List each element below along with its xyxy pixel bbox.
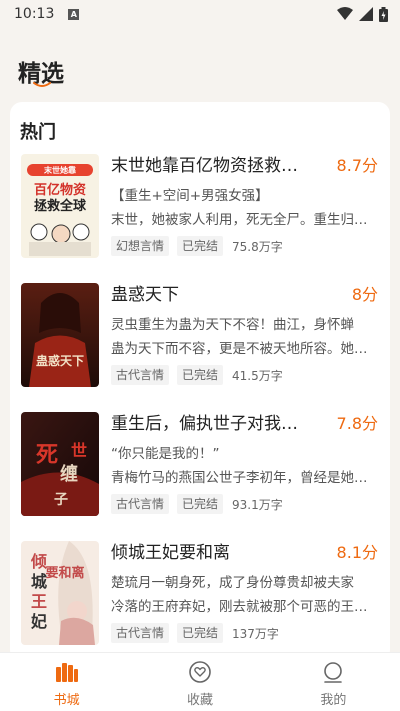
signal-icon xyxy=(359,7,373,21)
bookstore-icon xyxy=(55,663,78,682)
book-title[interactable]: 重生后，偏执世子对我蓄谋已久 xyxy=(111,412,307,436)
book-cover-image: 倾 城 王 妃 要和离 xyxy=(21,541,99,645)
book-cover-image: 蛊惑天下 xyxy=(21,283,99,387)
book-title[interactable]: 蛊惑天下 xyxy=(111,283,307,307)
book-tags: 古代言情 已完结 93.1万字 xyxy=(111,494,283,514)
svg-text:妃: 妃 xyxy=(30,612,47,631)
svg-text:世: 世 xyxy=(71,441,87,460)
tab-label: 收藏 xyxy=(186,693,213,708)
book-description-line: 蛊为天下而不容，更是不被天地所容。她只能一路逆天而行 xyxy=(111,341,377,357)
svg-text:蛊惑天下: 蛊惑天下 xyxy=(36,353,84,368)
book-description: “你只能是我的！” 青梅竹马的燕国公世子李初年，曾经是她最信任的人 xyxy=(111,442,377,490)
genre-tag: 幻想言情 xyxy=(111,236,170,256)
bottom-tab-bar: 书城 收藏 我的 xyxy=(0,652,400,711)
svg-text:要和离: 要和离 xyxy=(45,565,84,581)
book-description-line: 青梅竹马的燕国公世子李初年，曾经是她最信任的人 xyxy=(111,470,377,486)
status-bar: 10:13 A xyxy=(0,0,400,28)
book-description-line: 【重生+空间+男强女强】 xyxy=(111,188,269,204)
profile-icon xyxy=(324,662,343,683)
svg-text:百亿物资: 百亿物资 xyxy=(34,182,86,198)
book-tags: 幻想言情 已完结 75.8万字 xyxy=(111,236,283,256)
book-cover[interactable]: 蛊惑天下 xyxy=(21,283,99,387)
book-score: 7.8分 xyxy=(336,414,378,433)
status-tag: 已完结 xyxy=(177,365,224,385)
book-title[interactable]: 倾城王妃要和离 xyxy=(111,541,307,565)
book-item[interactable]: 蛊惑天下 蛊惑天下 8分 灵虫重生为蛊为天下不容！曲江，身怀蝉 蛊为天下而不容，… xyxy=(10,283,390,389)
book-cover[interactable]: 死 缠 世 子 xyxy=(21,412,99,516)
svg-text:倾: 倾 xyxy=(30,552,47,571)
book-tags: 古代言情 已完结 41.5万字 xyxy=(111,365,283,385)
book-cover[interactable]: 倾 城 王 妃 要和离 xyxy=(21,541,99,645)
svg-text:王: 王 xyxy=(31,592,47,611)
battery-icon xyxy=(379,6,388,22)
word-count: 137万字 xyxy=(232,626,279,641)
book-description-line: “你只能是我的！” xyxy=(111,446,220,462)
status-time: 10:13 xyxy=(14,6,55,22)
title-underline-decoration xyxy=(33,82,51,87)
book-description: 灵虫重生为蛊为天下不容！曲江，身怀蝉 蛊为天下而不容，更是不被天地所容。她只能一… xyxy=(111,313,377,361)
book-item[interactable]: 死 缠 世 子 重生后，偏执世子对我蓄谋已久 7.8分 “你只能是我的！” 青梅… xyxy=(10,412,390,518)
tab-profile[interactable]: 我的 xyxy=(267,653,400,711)
hot-section-card: 热门 末世她靠 百亿物资 拯救全球 末世她靠百亿物资拯救全球 8.7分 【重生+… xyxy=(10,102,390,662)
genre-tag: 古代言情 xyxy=(111,494,170,514)
book-description: 楚琉月一朝身死，成了身份尊贵却被夫家 冷落的王府弃妃，刚去就被那个可恶的王爷赶出… xyxy=(111,571,377,619)
book-score: 8分 xyxy=(351,285,378,304)
book-tags: 古代言情 已完结 137万字 xyxy=(111,623,279,643)
book-score: 8.1分 xyxy=(336,543,378,562)
svg-text:子: 子 xyxy=(54,492,68,508)
svg-text:拯救全球: 拯救全球 xyxy=(34,198,87,214)
word-count: 41.5万字 xyxy=(232,368,283,383)
status-tag: 已完结 xyxy=(177,236,224,256)
book-score: 8.7分 xyxy=(336,156,378,175)
word-count: 93.1万字 xyxy=(232,497,283,512)
status-icons xyxy=(337,6,388,22)
book-description-line: 楚琉月一朝身死，成了身份尊贵却被夫家 xyxy=(111,575,354,591)
tab-label: 我的 xyxy=(320,693,347,708)
book-cover[interactable]: 末世她靠 百亿物资 拯救全球 xyxy=(21,154,99,258)
genre-tag: 古代言情 xyxy=(111,365,170,385)
word-count: 75.8万字 xyxy=(232,239,283,254)
svg-text:缠: 缠 xyxy=(60,463,78,485)
status-tag: 已完结 xyxy=(177,623,224,643)
wifi-icon xyxy=(337,7,353,20)
book-item[interactable]: 末世她靠 百亿物资 拯救全球 末世她靠百亿物资拯救全球 8.7分 【重生+空间+… xyxy=(10,154,390,260)
svg-text:死: 死 xyxy=(36,442,58,468)
book-title[interactable]: 末世她靠百亿物资拯救全球 xyxy=(111,154,307,178)
book-cover-image: 死 缠 世 子 xyxy=(21,412,99,516)
section-title: 热门 xyxy=(20,122,56,143)
status-tag: 已完结 xyxy=(177,494,224,514)
genre-tag: 古代言情 xyxy=(111,623,170,643)
book-item[interactable]: 倾 城 王 妃 要和离 倾城王妃要和离 8.1分 楚琉月一朝身死，成了身份尊贵却… xyxy=(10,541,390,647)
book-description: 【重生+空间+男强女强】 末世，她被家人利用，死无全尸。重生归来她要让所有人付出… xyxy=(111,184,377,232)
book-cover-image: 末世她靠 百亿物资 拯救全球 xyxy=(21,154,99,258)
tab-label: 书城 xyxy=(53,693,80,708)
tab-favorites[interactable]: 收藏 xyxy=(133,653,266,711)
book-description-line: 灵虫重生为蛊为天下不容！曲江，身怀蝉 xyxy=(111,317,354,333)
notification-icon: A xyxy=(68,8,80,20)
heart-icon xyxy=(189,661,211,683)
book-description-line: 末世，她被家人利用，死无全尸。重生归来她要让所有人付出代价 xyxy=(111,212,377,228)
tab-bookstore[interactable]: 书城 xyxy=(0,653,133,711)
cover-subtitle: 末世她靠 xyxy=(44,165,76,175)
book-description-line: 冷落的王府弃妃，刚去就被那个可恶的王爷赶出府 xyxy=(111,599,377,615)
